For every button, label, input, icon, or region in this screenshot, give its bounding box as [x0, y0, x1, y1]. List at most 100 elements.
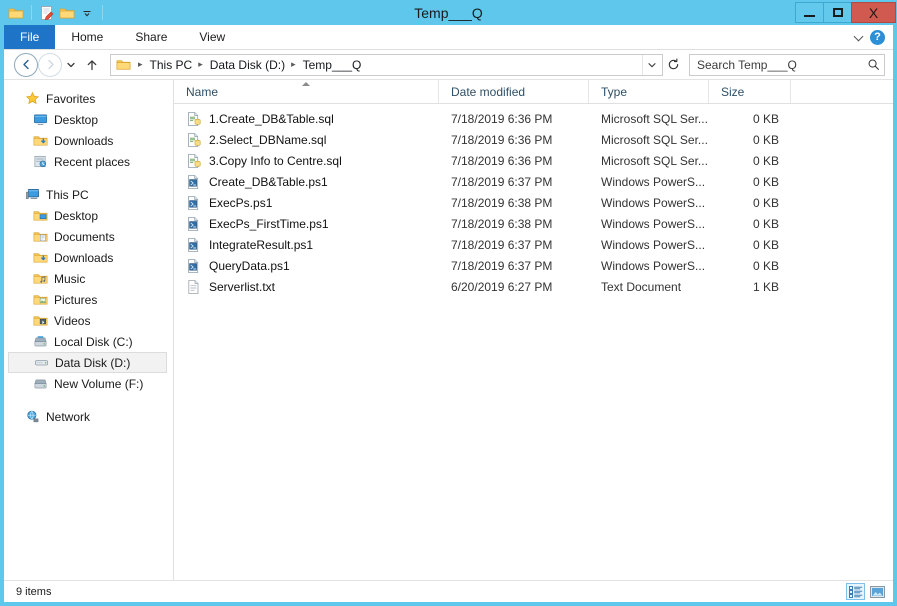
file-type: Microsoft SQL Ser...: [601, 111, 708, 126]
tab-home[interactable]: Home: [55, 25, 119, 49]
sidebar-label: Data Disk (D:): [55, 355, 131, 370]
file-date: 7/18/2019 6:37 PM: [451, 174, 553, 189]
ribbon-tabs: File Home Share View ?: [4, 25, 893, 50]
network-icon: [24, 409, 40, 425]
table-row[interactable]: QueryData.ps1 7/18/2019 6:37 PM Windows …: [174, 255, 893, 276]
file-name: 1.Create_DB&Table.sql: [209, 111, 334, 126]
breadcrumb-separator-0[interactable]: ▸: [135, 59, 147, 70]
sidebar-item-music[interactable]: Music: [4, 268, 173, 289]
maximize-button[interactable]: [823, 2, 851, 23]
toolbar-separator: [31, 5, 32, 20]
sidebar-item-new-volume-f[interactable]: New Volume (F:): [4, 373, 173, 394]
sidebar-item-recent-places[interactable]: Recent places: [4, 151, 173, 172]
recent-locations-button[interactable]: [62, 53, 80, 77]
tab-share[interactable]: Share: [119, 25, 183, 49]
sidebar-label-network: Network: [46, 409, 91, 424]
table-row[interactable]: Serverlist.txt 6/20/2019 6:27 PM Text Do…: [174, 276, 893, 297]
breadcrumb-separator-2[interactable]: ▸: [288, 59, 300, 70]
column-label-name: Name: [186, 84, 219, 99]
file-name-cell[interactable]: Serverlist.txt: [174, 279, 439, 295]
column-header-size[interactable]: Size: [709, 80, 791, 103]
breadcrumb-item-data-disk[interactable]: Data Disk (D:): [207, 58, 288, 72]
file-size: 0 KB: [752, 111, 779, 126]
help-icon[interactable]: ?: [870, 29, 885, 45]
file-name-cell[interactable]: QueryData.ps1: [174, 258, 439, 274]
sidebar-label: Videos: [54, 313, 91, 328]
sidebar-group-this-pc[interactable]: This PC: [4, 184, 173, 205]
search-placeholder: Search Temp___Q: [697, 57, 797, 72]
sidebar-label: New Volume (F:): [54, 376, 144, 391]
table-row[interactable]: 2.Select_DBName.sql 7/18/2019 6:36 PM Mi…: [174, 129, 893, 150]
file-name-cell[interactable]: 2.Select_DBName.sql: [174, 132, 439, 148]
window-controls: X: [795, 2, 896, 23]
new-folder-icon[interactable]: [57, 3, 77, 23]
sidebar-item-videos[interactable]: Videos: [4, 310, 173, 331]
star-icon: [24, 91, 40, 107]
search-icon[interactable]: [866, 58, 880, 71]
file-type: Windows PowerS...: [601, 237, 706, 252]
large-icons-view-button[interactable]: [868, 583, 887, 600]
sidebar-label: Desktop: [54, 112, 99, 127]
sidebar-label: Recent places: [54, 154, 131, 169]
up-button[interactable]: [80, 53, 104, 77]
powershell-file-icon: [186, 237, 202, 253]
sidebar-group-network[interactable]: Network: [4, 406, 173, 427]
file-name-cell[interactable]: Create_DB&Table.ps1: [174, 174, 439, 190]
refresh-icon[interactable]: [663, 55, 683, 75]
recent-places-icon: [32, 154, 48, 170]
sidebar-item-documents[interactable]: Documents: [4, 226, 173, 247]
pictures-folder-icon: [32, 292, 48, 308]
file-name-cell[interactable]: 1.Create_DB&Table.sql: [174, 111, 439, 127]
file-name-cell[interactable]: 3.Copy Info to Centre.sql: [174, 153, 439, 169]
close-button[interactable]: X: [851, 2, 896, 23]
table-row[interactable]: 1.Create_DB&Table.sql 7/18/2019 6:36 PM …: [174, 108, 893, 129]
sidebar-item-desktop-fav[interactable]: Desktop: [4, 109, 173, 130]
table-row[interactable]: IntegrateResult.ps1 7/18/2019 6:37 PM Wi…: [174, 234, 893, 255]
sidebar-item-downloads[interactable]: Downloads: [4, 247, 173, 268]
back-button[interactable]: [14, 52, 38, 77]
column-header-name[interactable]: Name: [174, 80, 439, 103]
breadcrumb-dropdown-icon[interactable]: [642, 54, 660, 75]
minimize-button[interactable]: [795, 2, 823, 23]
folder-icon[interactable]: [6, 3, 26, 23]
sidebar-label: Local Disk (C:): [54, 334, 133, 349]
breadcrumb-item-this-pc[interactable]: This PC: [147, 58, 196, 72]
sidebar-item-data-disk-d[interactable]: Data Disk (D:): [8, 352, 167, 373]
breadcrumb-item-temp[interactable]: Temp___Q: [300, 58, 365, 72]
tab-file[interactable]: File: [4, 25, 56, 49]
sidebar-item-local-disk-c[interactable]: Local Disk (C:): [4, 331, 173, 352]
sidebar-item-pictures[interactable]: Pictures: [4, 289, 173, 310]
sidebar-item-downloads-fav[interactable]: Downloads: [4, 130, 173, 151]
table-row[interactable]: 3.Copy Info to Centre.sql 7/18/2019 6:36…: [174, 150, 893, 171]
view-buttons: [846, 583, 887, 600]
file-name: ExecPs.ps1: [209, 195, 273, 210]
file-size: 0 KB: [752, 153, 779, 168]
sidebar-item-desktop[interactable]: Desktop: [4, 205, 173, 226]
table-row[interactable]: ExecPs_FirstTime.ps1 7/18/2019 6:38 PM W…: [174, 213, 893, 234]
file-name-cell[interactable]: IntegrateResult.ps1: [174, 237, 439, 253]
sql-file-icon: [186, 132, 202, 148]
file-name: 3.Copy Info to Centre.sql: [209, 153, 342, 168]
file-name-cell[interactable]: ExecPs_FirstTime.ps1: [174, 216, 439, 232]
item-count-label: 9 items: [16, 585, 52, 598]
chevron-down-icon[interactable]: [77, 3, 97, 23]
file-date: 7/18/2019 6:36 PM: [451, 153, 553, 168]
breadcrumb-separator-1[interactable]: ▸: [195, 59, 207, 70]
column-header-type[interactable]: Type: [589, 80, 709, 103]
column-header-date-modified[interactable]: Date modified: [439, 80, 589, 103]
file-name-cell[interactable]: ExecPs.ps1: [174, 195, 439, 211]
music-folder-icon: [32, 271, 48, 287]
search-input[interactable]: Search Temp___Q: [689, 53, 885, 76]
details-view-button[interactable]: [846, 583, 865, 600]
explorer-body: Favorites Desktop Downloads Recent place…: [4, 79, 893, 580]
breadcrumb[interactable]: ▸ This PC ▸ Data Disk (D:) ▸ Temp___Q: [110, 53, 663, 76]
tab-view[interactable]: View: [183, 25, 241, 49]
properties-icon[interactable]: [37, 3, 57, 23]
table-row[interactable]: Create_DB&Table.ps1 7/18/2019 6:37 PM Wi…: [174, 171, 893, 192]
file-type: Windows PowerS...: [601, 216, 706, 231]
sidebar-group-favorites[interactable]: Favorites: [4, 88, 173, 109]
forward-button[interactable]: [38, 52, 62, 77]
table-row[interactable]: ExecPs.ps1 7/18/2019 6:38 PM Windows Pow…: [174, 192, 893, 213]
quick-access-toolbar: [0, 2, 108, 24]
expand-ribbon-icon[interactable]: [854, 32, 864, 42]
